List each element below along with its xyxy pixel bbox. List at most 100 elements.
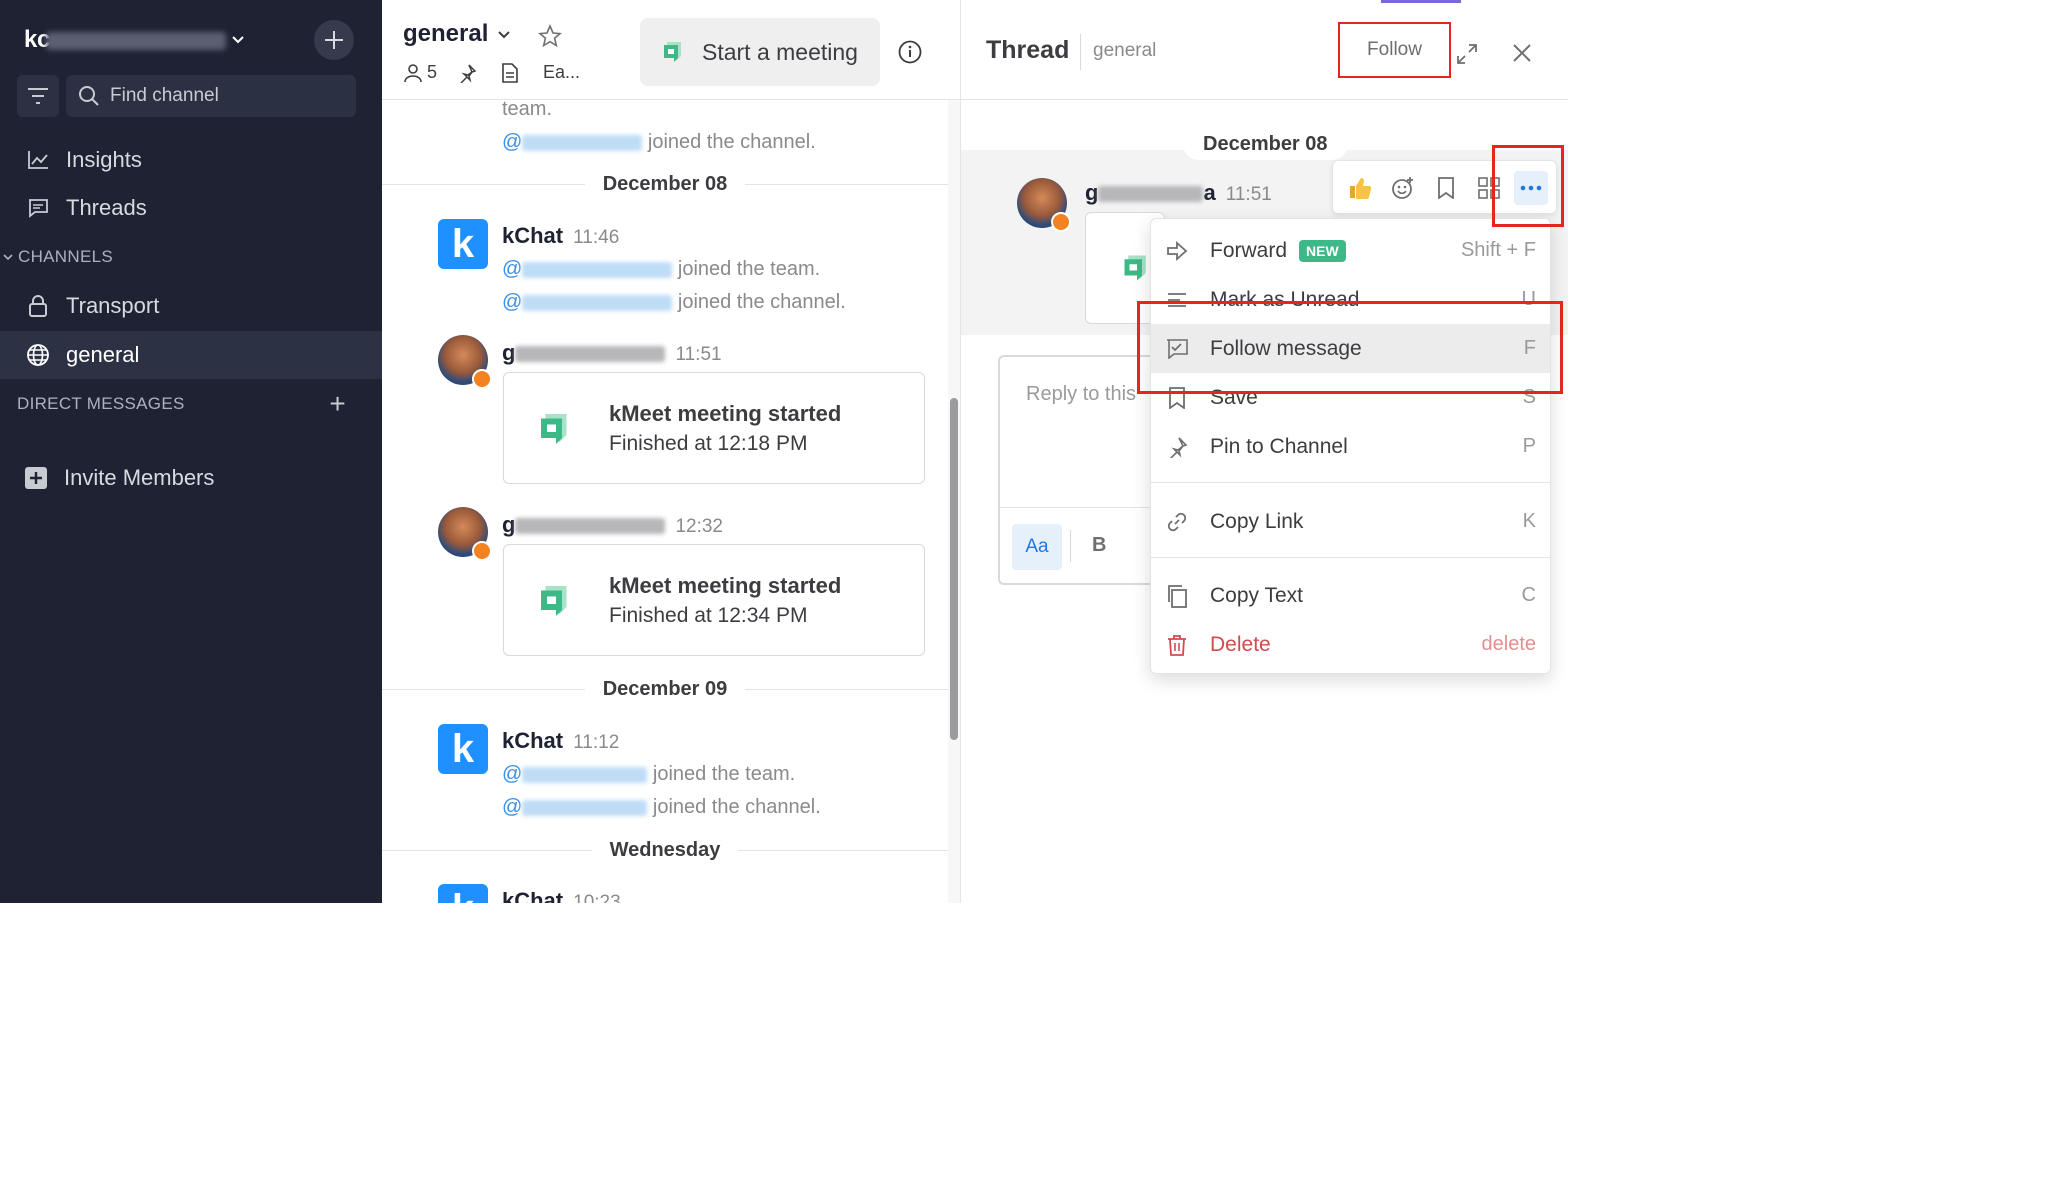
sidebar-item-general[interactable]: general (0, 331, 382, 379)
invite-members-label: Invite Members (64, 465, 215, 490)
meeting-card[interactable]: kMeet meeting started Finished at 12:18 … (503, 372, 925, 484)
channel-meta: 5 Ea... (403, 62, 600, 83)
close-icon[interactable] (1511, 42, 1533, 64)
meeting-card[interactable]: kMeet meeting started Finished at 12:34 … (503, 544, 925, 656)
follow-thread-button[interactable]: Follow (1338, 22, 1451, 78)
channels-section-header[interactable]: CHANNELS (0, 242, 382, 272)
thumbs-up-icon[interactable] (1343, 171, 1377, 205)
post-time[interactable]: 11:51 (1226, 184, 1272, 205)
menu-item-shortcut: P (1522, 435, 1536, 457)
add-direct-message-button[interactable]: + (329, 389, 346, 419)
start-meeting-button[interactable]: Start a meeting (640, 18, 880, 86)
date-separator-label: December 09 (584, 677, 746, 701)
menu-item-follow-message[interactable]: Follow message F (1151, 324, 1550, 373)
menu-item-shortcut: K (1522, 510, 1536, 532)
menu-item-label: Forward (1210, 238, 1288, 262)
formatting-toggle-button[interactable]: Aa (1012, 524, 1062, 570)
system-message: @ joined the team. (502, 763, 795, 786)
kchat-avatar[interactable]: k (438, 219, 488, 269)
sidebar-item-insights[interactable]: Insights (0, 136, 382, 184)
channel-view: general 5 Ea... Start a meeting team. @ … (382, 0, 961, 903)
chevron-down-icon[interactable] (228, 30, 248, 50)
menu-item-shortcut: S (1522, 386, 1536, 408)
add-button[interactable] (314, 20, 354, 60)
user-mention[interactable]: @ (502, 796, 648, 818)
kchat-avatar[interactable]: k (438, 884, 488, 903)
kchat-avatar[interactable]: k (438, 724, 488, 774)
pinned-messages-button[interactable] (457, 63, 481, 83)
post-author[interactable]: kChat (502, 888, 563, 903)
divider (1080, 34, 1081, 70)
sidebar-item-threads[interactable]: Threads (0, 184, 382, 232)
threads-icon (26, 196, 50, 220)
user-mention[interactable]: @ (502, 291, 673, 313)
post-author[interactable]: kChat (502, 223, 563, 248)
post-time[interactable]: 11:46 (573, 227, 619, 248)
scrollbar-thumb[interactable] (950, 398, 958, 740)
menu-item-label: Copy Link (1210, 509, 1304, 533)
away-status-icon (1051, 212, 1071, 232)
system-message: @ joined the channel. (502, 131, 816, 154)
menu-item-delete[interactable]: Delete delete (1151, 620, 1550, 669)
direct-messages-header[interactable]: DIRECT MESSAGES + (0, 389, 382, 419)
post-time[interactable]: 11:12 (573, 732, 619, 753)
author-redacted (515, 518, 666, 535)
member-icon (404, 63, 422, 82)
chevron-down-icon[interactable] (496, 26, 512, 42)
channel-title[interactable]: general (403, 20, 488, 48)
post-author[interactable]: g (1085, 180, 1098, 205)
post-header: g a 11:51 (1085, 180, 1272, 206)
apps-grid-icon[interactable] (1472, 171, 1506, 205)
user-avatar[interactable] (438, 335, 492, 389)
find-channel-input[interactable]: Find channel (66, 75, 356, 117)
post-time[interactable]: 12:32 (675, 516, 723, 537)
message-feed[interactable]: team. @ joined the channel. December 08 … (382, 100, 948, 903)
more-actions-icon[interactable] (1514, 171, 1548, 205)
menu-item-forward[interactable]: Forward NEW Shift + F (1151, 226, 1550, 275)
menu-item-copy-link[interactable]: Copy Link K (1151, 497, 1550, 546)
sidebar-item-transport[interactable]: Transport (0, 282, 382, 330)
user-avatar[interactable] (1017, 178, 1071, 232)
star-icon[interactable] (538, 24, 562, 48)
post-author[interactable]: g (502, 512, 515, 537)
system-message-text: joined the channel. (647, 131, 816, 153)
user-mention[interactable]: @ (502, 258, 673, 280)
post-time[interactable]: 11:51 (675, 344, 721, 365)
sidebar-item-label: general (66, 342, 140, 367)
post-author[interactable]: kChat (502, 728, 563, 753)
globe-icon (26, 343, 50, 367)
channel-filter-button[interactable] (17, 75, 59, 117)
post-time[interactable]: 10:23 (573, 892, 621, 903)
user-mention[interactable]: @ (502, 763, 648, 785)
menu-item-label: Mark as Unread (1210, 287, 1360, 311)
invite-members-button[interactable]: Invite Members (0, 454, 382, 502)
thread-channel-name[interactable]: general (1093, 40, 1156, 62)
kmeet-icon (541, 586, 567, 616)
files-button[interactable] (501, 62, 523, 83)
bold-button[interactable]: B (1092, 534, 1106, 557)
menu-item-save[interactable]: Save S (1151, 373, 1550, 422)
member-count[interactable]: 5 (403, 62, 437, 83)
post-header: g 11:51 (502, 340, 722, 366)
date-separator: December 09 (382, 677, 948, 701)
date-separator-label: Wednesday (591, 838, 739, 862)
add-reaction-icon[interactable] (1386, 171, 1420, 205)
bookmark-icon[interactable] (1429, 171, 1463, 205)
date-separator-label: December 08 (584, 172, 746, 196)
expand-icon[interactable] (1455, 42, 1479, 66)
start-meeting-label: Start a meeting (702, 38, 858, 65)
feed-scrollbar[interactable] (948, 100, 960, 903)
lock-icon (26, 294, 50, 318)
user-mention[interactable]: @ (502, 131, 643, 153)
pin-icon (1165, 435, 1189, 459)
sidebar: kc Find channel Insights Threads CHANNEL… (0, 0, 382, 903)
menu-item-mark-unread[interactable]: Mark as Unread U (1151, 275, 1550, 324)
menu-item-shortcut: Shift + F (1460, 239, 1536, 261)
post-author[interactable]: g (502, 340, 515, 365)
menu-item-pin-to-channel[interactable]: Pin to Channel P (1151, 422, 1550, 471)
info-icon[interactable] (898, 40, 922, 64)
user-avatar[interactable] (438, 507, 492, 561)
menu-item-shortcut: F (1523, 337, 1536, 359)
menu-item-copy-text[interactable]: Copy Text C (1151, 571, 1550, 620)
thread-header: Thread general Follow (961, 0, 1568, 100)
